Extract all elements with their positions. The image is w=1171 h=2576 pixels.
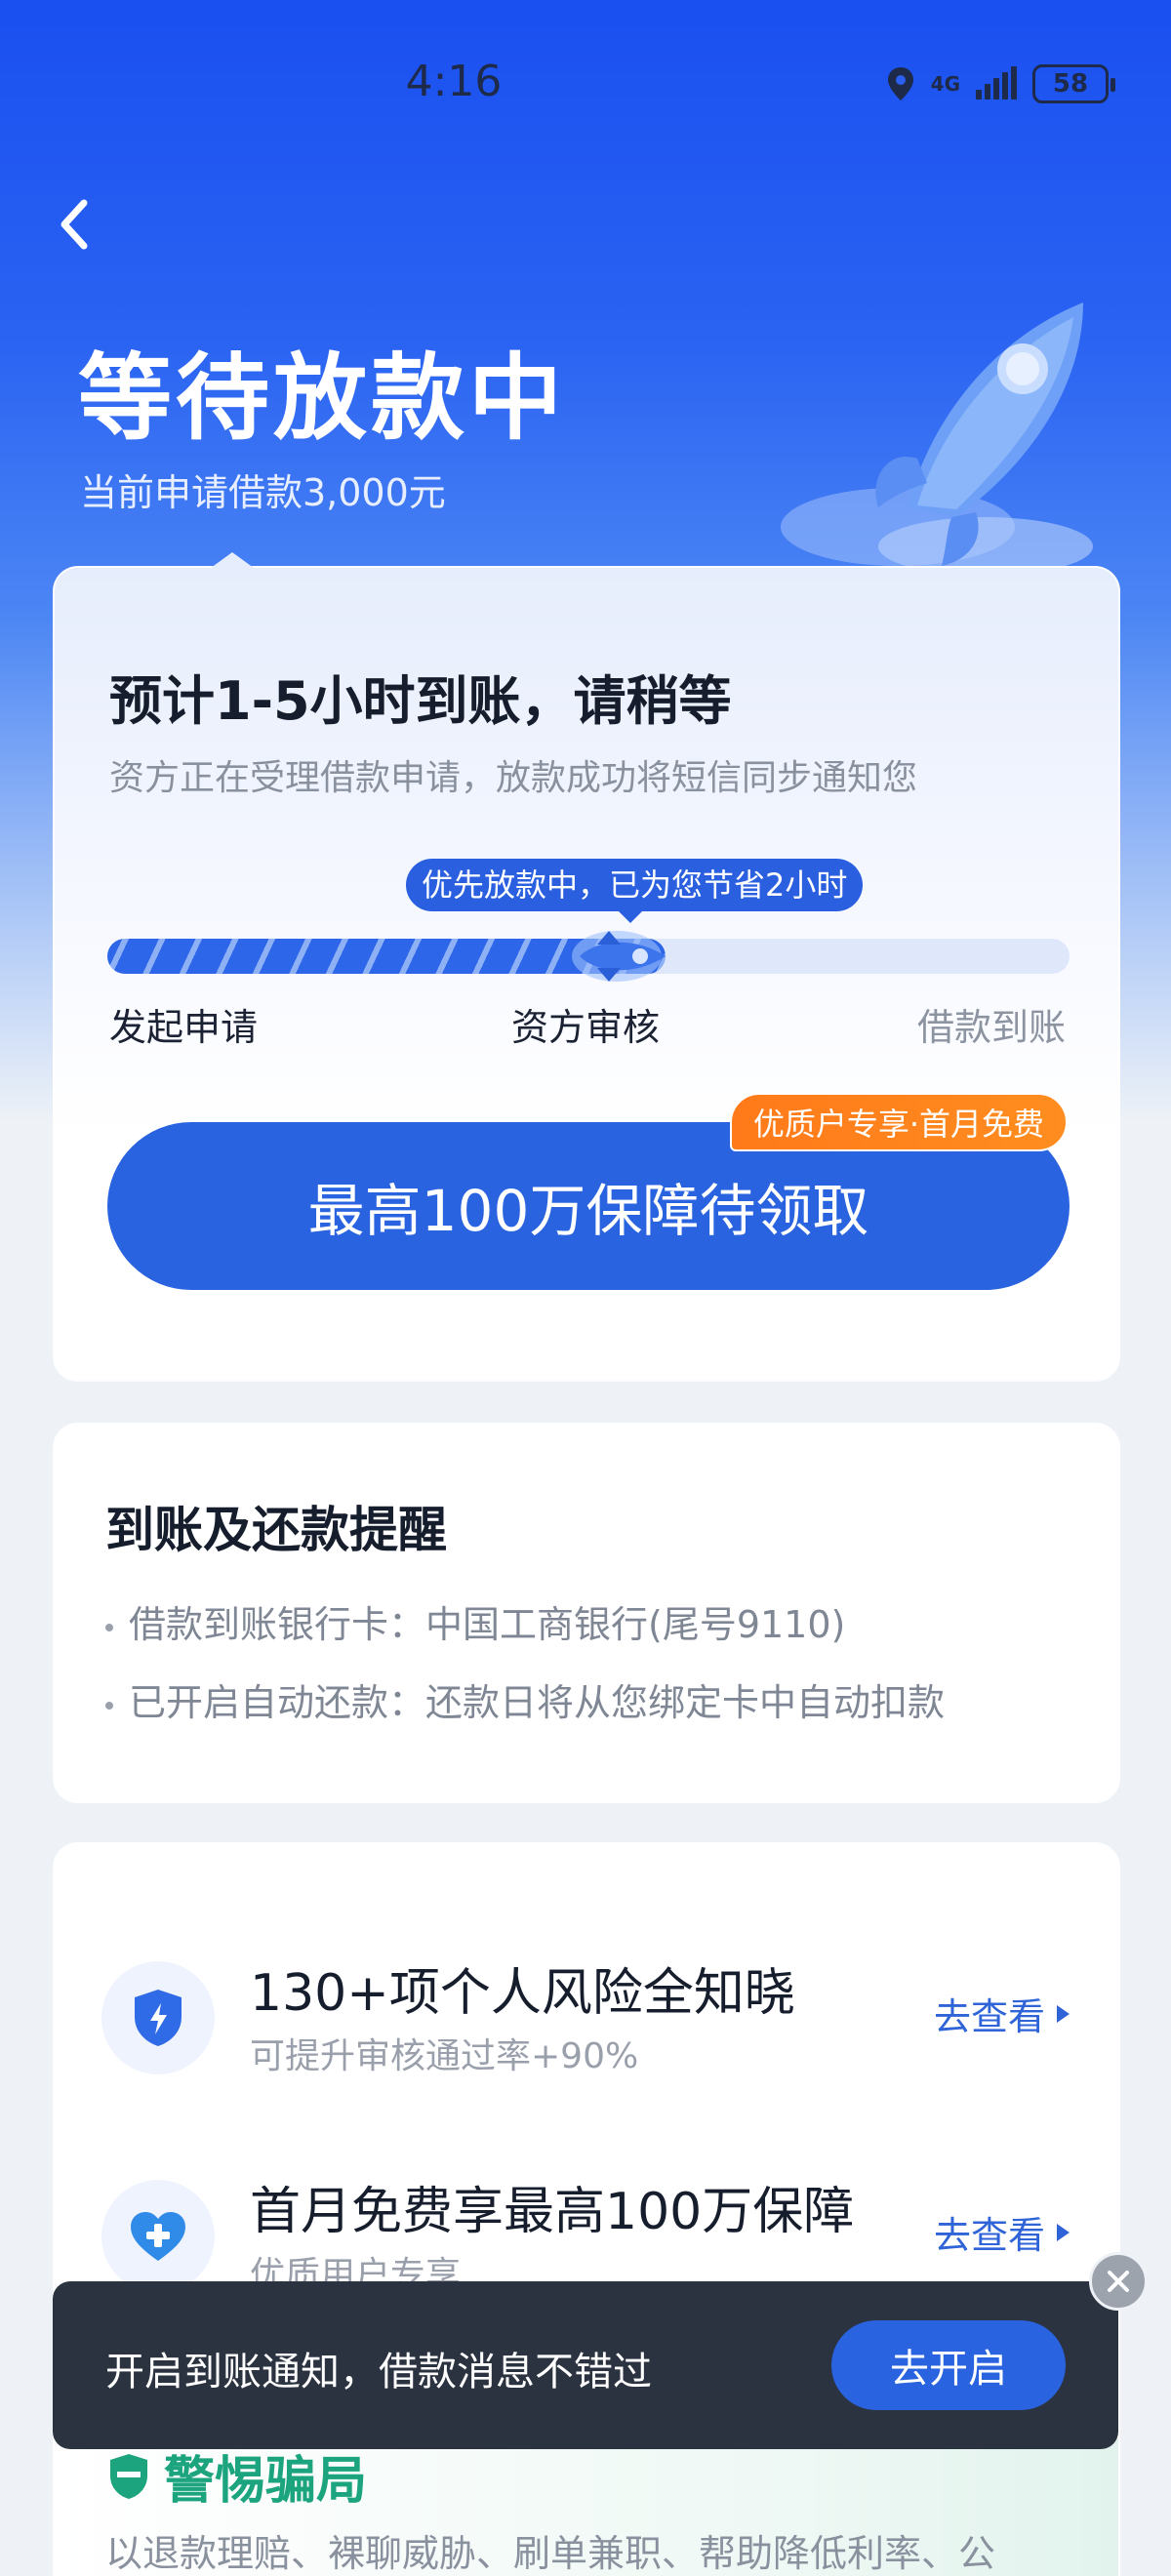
chevron-left-icon <box>61 199 88 250</box>
bullet-icon <box>105 1623 113 1631</box>
rocket-illustration <box>781 302 1093 576</box>
reminder-bank-card: 借款到账银行卡：中国工商银行(尾号9110) <box>105 1594 845 1648</box>
loan-amount-subtitle: 当前申请借款3,000元 <box>80 471 446 514</box>
card-notch <box>211 552 254 568</box>
triangle-right-icon <box>1057 2004 1070 2023</box>
eta-title: 预计1-5小时到账，请稍等 <box>109 670 732 732</box>
back-button[interactable] <box>55 195 113 263</box>
service-title: 130+项个人风险全知晓 <box>250 1964 795 2023</box>
shield-check-icon <box>110 2453 147 2499</box>
service-title: 首月免费享最高100万保障 <box>250 2183 855 2241</box>
service-icon-bg <box>101 1961 215 2074</box>
progress-track <box>107 931 1070 982</box>
service-icon-bg <box>101 2180 215 2293</box>
page-title: 等待放款中 <box>78 343 566 453</box>
toast-close-button[interactable] <box>1089 2252 1148 2311</box>
step-apply: 发起申请 <box>109 1006 259 1049</box>
network-label: 4G <box>930 72 960 96</box>
status-icons: 4G 58 <box>886 64 1115 103</box>
toast-message: 开启到账通知，借款消息不错过 <box>105 2350 652 2395</box>
service-subtitle: 可提升审核通过率+90% <box>250 2036 639 2076</box>
fraud-title: 警惕骗局 <box>107 2439 367 2513</box>
status-time: 4:16 <box>405 57 503 106</box>
location-icon <box>887 67 913 101</box>
close-icon <box>1108 2271 1129 2292</box>
service-view-link[interactable]: 去查看 <box>934 2205 1070 2259</box>
promo-badge: 优质户专享·首月免费 <box>729 1093 1068 1151</box>
loan-status-card: 预计1-5小时到账，请稍等 资方正在受理借款申请，放款成功将短信同步通知您 优先… <box>53 552 1120 1382</box>
eta-description: 资方正在受理借款申请，放款成功将短信同步通知您 <box>109 758 918 798</box>
step-disbursed: 借款到账 <box>916 1006 1066 1049</box>
battery-icon: 58 <box>1032 64 1115 103</box>
progress-rocket-icon <box>571 931 666 982</box>
priority-tip-bubble: 优先放款中，已为您节省2小时 <box>406 859 864 923</box>
enable-notification-button[interactable]: 去开启 <box>831 2320 1066 2410</box>
shield-bolt-icon <box>135 1990 182 2046</box>
reminder-auto-repay: 已开启自动还款：还款日将从您绑定卡中自动扣款 <box>105 1672 945 1726</box>
heart-plus-icon <box>131 2212 185 2261</box>
fraud-description: 以退款理赔、裸聊威胁、刷单兼职、帮助降低利率、公 <box>105 2532 996 2575</box>
triangle-right-icon <box>1057 2223 1070 2241</box>
reminder-card: 到账及还款提醒 借款到账银行卡：中国工商银行(尾号9110) 已开启自动还款：还… <box>53 1423 1120 1803</box>
reminder-title: 到账及还款提醒 <box>105 1502 447 1558</box>
notification-toast: 开启到账通知，借款消息不错过 去开启 <box>53 2281 1118 2449</box>
bullet-icon <box>105 1701 113 1710</box>
fraud-warning-section: 警惕骗局 以退款理赔、裸聊威胁、刷单兼职、帮助降低利率、公 <box>53 2439 1118 2576</box>
signal-icon <box>976 66 1017 100</box>
step-review: 资方审核 <box>511 1006 661 1049</box>
service-view-link[interactable]: 去查看 <box>934 1987 1070 2040</box>
service-item-risk-report[interactable]: 130+项个人风险全知晓 可提升审核通过率+90% 去查看 <box>53 1922 1120 2098</box>
